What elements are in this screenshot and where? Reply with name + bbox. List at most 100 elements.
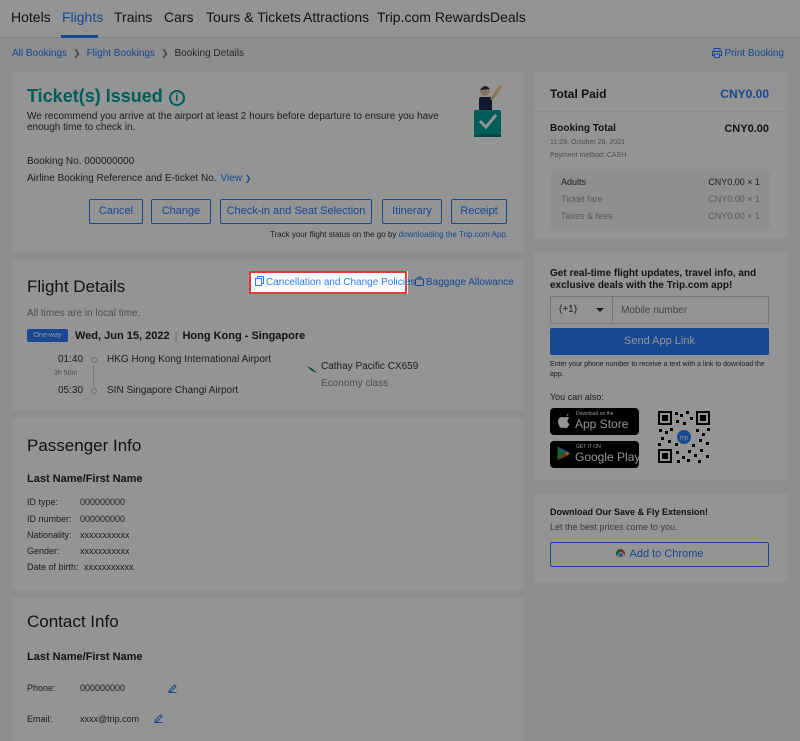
arrival-airport: SIN Singapore Changi Airport [107,385,239,396]
trip-type-badge: One-way [27,329,68,342]
departure-time: 01:40 [58,354,84,365]
info-icon[interactable]: i [168,90,185,106]
baggage-allowance-link[interactable]: Baggage Allowance [415,276,514,288]
departure-dot [91,357,97,363]
change-button[interactable]: Change [151,199,211,224]
timeline-line [93,366,94,385]
nav-flights[interactable]: Flights [62,9,103,25]
contact-name-label: Last Name/First Name [27,651,143,663]
chevron-right-icon: ❯ [160,48,169,58]
you-can-also-label: You can also: [550,392,604,402]
nationality-row: Nationality: xxxxxxxxxxx [27,530,130,540]
payment-summary-card: Total Paid CNY0.00 Booking Total CNY0.00… [534,72,788,238]
chevron-right-icon: ❯ [244,174,252,183]
add-to-chrome-button[interactable]: Add to Chrome [550,542,769,567]
airline-flight-number: Cathay Pacific CX659 [321,361,419,372]
google-play-button[interactable]: GET IT ON Google Play [550,441,641,468]
app-promo-card: Get real-time flight updates, travel inf… [534,252,788,480]
passenger-info-card: Passenger Info Last Name/First Name ID t… [12,418,524,590]
arrival-time: 05:30 [58,385,84,396]
arrival-dot [91,388,97,394]
receipt-button[interactable]: Receipt [451,199,507,224]
document-icon [255,276,264,286]
nav-hotels[interactable]: Hotels [11,9,51,25]
chrome-icon [615,549,625,558]
nav-tours-tickets[interactable]: Tours & Tickets [206,9,301,25]
print-booking-link[interactable]: Print Booking [711,48,784,59]
app-promo-headline: Get real-time flight updates, travel inf… [550,268,757,291]
dob-row: Date of birth: xxxxxxxxxxx [27,562,134,572]
contact-info-title: Contact Info [27,612,119,631]
payment-method: Payment method: CASH [550,152,627,159]
passenger-name-label: Last Name/First Name [27,473,143,485]
cathay-pacific-logo-icon [307,366,317,373]
luggage-icon [415,276,424,286]
nav-attractions[interactable]: Attractions [303,9,369,25]
nav-rewards[interactable]: Trip.com Rewards [377,9,490,25]
breadcrumb-all-bookings[interactable]: All Bookings [12,48,67,59]
view-link[interactable]: View ❯ [221,173,252,184]
traveler-illustration-icon [474,85,502,137]
itinerary-button[interactable]: Itinerary [382,199,442,224]
phone-entry: (+1) [550,296,769,324]
app-store-button[interactable]: Download on the App Store [550,408,639,435]
departure-airport: HKG Hong Kong International Airport [107,354,271,365]
cabin-class: Economy class [321,378,389,389]
country-code-select[interactable]: (+1) [551,297,613,323]
sms-note: Enter your phone number to receive a tex… [550,361,765,378]
print-booking-label: Print Booking [724,48,784,59]
id-number-row: ID number: 000000000 [27,514,126,524]
mobile-number-input[interactable] [614,297,768,323]
nav-trains[interactable]: Trains [114,9,152,25]
total-paid-label: Total Paid [550,87,607,101]
passenger-info-title: Passenger Info [27,436,142,455]
flight-date-route: Wed, Jun 15, 2022 | Hong Kong - Singapore [75,330,306,342]
google-play-icon [557,446,570,461]
extension-subtitle: Let the best prices come to you. [550,522,678,532]
breadcrumb-flight-bookings[interactable]: Flight Bookings [87,48,155,59]
checkin-seat-button[interactable]: Check-in and Seat Selection [220,199,372,224]
cancel-button[interactable]: Cancel [89,199,143,224]
chevron-right-icon: ❯ [73,48,81,58]
flight-duration: 3h 50m [54,370,78,377]
breadcrumb-current: Booking Details [174,48,244,59]
top-nav: Hotels Flights Trains Cars Tours & Ticke… [0,0,800,38]
flight-details-title: Flight Details [27,277,126,296]
cancellation-change-policies-link[interactable]: Cancellation and Change Policies [249,271,416,294]
track-note: Track your flight status on the go by do… [269,230,508,239]
id-type-row: ID type: 000000000 [27,497,126,507]
total-paid-amount: CNY0.00 [720,87,769,101]
ticket-issued-card: Ticket(s) Issued i We recommend you arriv… [12,72,524,252]
printer-icon [711,48,722,58]
price-row-ticket-fare: Ticket fare CNY0.00 × 1 [561,194,760,204]
booking-date: 11:29, October 28, 2021 [550,139,625,146]
download-app-link[interactable]: downloading the Trip.com App. [399,230,508,239]
nav-active-indicator [61,35,98,38]
apple-icon [558,413,570,429]
local-time-note: All times are in local time. [27,308,141,319]
contact-info-card: Contact Info Last Name/First Name Phone:… [12,598,524,741]
edit-email-icon[interactable] [154,714,163,723]
send-app-link-button[interactable]: Send App Link [550,328,769,355]
email-row: Email: xxxx@trip.com [27,714,140,724]
google-play-label: Google Play [575,450,641,464]
price-breakdown: Adults CNY0.00 × 1 Ticket fare CNY0.00 × 1… [550,172,771,229]
caret-down-icon [596,308,604,312]
airline-reference: Airline Booking Reference and E-ticket N… [27,173,252,184]
nav-deals[interactable]: Deals [490,9,526,25]
divider [534,111,788,112]
ticket-note: We recommend you arrive at the airport a… [27,111,439,133]
flight-details-card: Flight Details Cancellation and Change P… [12,260,524,410]
extension-title: Download Our Save & Fly Extension! [550,507,709,517]
price-row-taxes: Taxes & fees CNY0.00 × 1 [561,211,760,221]
nav-cars[interactable]: Cars [164,9,194,25]
edit-phone-icon[interactable] [168,684,177,693]
booking-total-label: Booking Total [550,123,616,134]
app-store-label: App Store [575,417,629,431]
extension-card: Download Our Save & Fly Extension! Let t… [534,494,788,582]
phone-row: Phone: 000000000 [27,683,126,693]
price-row-adults: Adults CNY0.00 × 1 [561,177,760,187]
breadcrumb: All Bookings ❯ Flight Bookings ❯ Booking Det… [12,48,244,59]
svg-text:trip: trip [680,436,689,442]
gender-row: Gender: xxxxxxxxxxx [27,546,130,556]
